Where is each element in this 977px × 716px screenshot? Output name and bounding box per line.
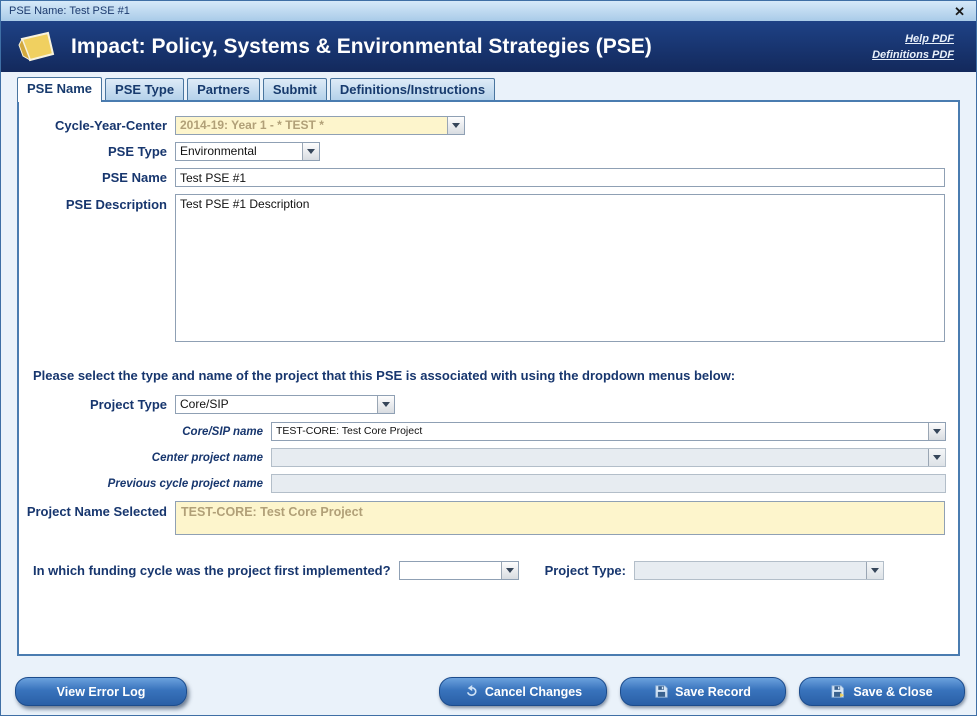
undo-icon <box>464 685 478 698</box>
funding-cycle-value <box>400 562 501 579</box>
dropdown-arrow-icon[interactable] <box>501 562 518 579</box>
save-close-label: Save & Close <box>853 685 932 699</box>
pse-description-label: PSE Description <box>19 194 167 213</box>
pse-window: PSE Name: Test PSE #1 ✕ Impact: Policy, … <box>0 0 977 716</box>
project-type-label: Project Type <box>19 397 167 413</box>
previous-cycle-project-name-label: Previous cycle project name <box>19 478 263 490</box>
window-titlebar: PSE Name: Test PSE #1 ✕ <box>1 1 976 21</box>
project-type-selected-value <box>635 562 866 579</box>
funding-cycle-select[interactable] <box>399 561 519 580</box>
core-sip-name-value: TEST-CORE: Test Core Project <box>272 423 928 440</box>
project-name-selected-row: Project Name Selected TEST-CORE: Test Co… <box>19 501 958 535</box>
core-sip-name-label: Core/SIP name <box>19 426 263 438</box>
center-project-name-select[interactable] <box>271 448 946 467</box>
cancel-changes-button[interactable]: Cancel Changes <box>439 677 607 706</box>
view-error-log-button[interactable]: View Error Log <box>15 677 187 706</box>
pse-description-row: PSE Description Test PSE #1 Description <box>19 194 958 342</box>
core-sip-name-select[interactable]: TEST-CORE: Test Core Project <box>271 422 946 441</box>
project-type-row: Project Type Core/SIP <box>19 395 958 414</box>
help-pdf-link[interactable]: Help PDF <box>905 33 954 45</box>
app-header: Impact: Policy, Systems & Environmental … <box>1 21 976 72</box>
pse-name-tab-panel: Cycle-Year-Center 2014-19: Year 1 - * TE… <box>17 100 960 656</box>
previous-cycle-project-name-field <box>271 474 946 493</box>
funding-cycle-question-label: In which funding cycle was the project f… <box>33 563 391 578</box>
pse-name-label: PSE Name <box>19 170 167 186</box>
save-record-button[interactable]: Save Record <box>620 677 786 706</box>
cycle-year-center-label: Cycle-Year-Center <box>19 118 167 134</box>
pse-type-select[interactable]: Environmental <box>175 142 320 161</box>
save-record-label: Save Record <box>675 685 751 699</box>
dropdown-arrow-icon[interactable] <box>377 396 394 413</box>
dropdown-arrow-icon[interactable] <box>302 143 319 160</box>
tab-pse-name[interactable]: PSE Name <box>17 77 102 102</box>
center-project-name-row: Center project name <box>19 448 958 467</box>
pse-type-label: PSE Type <box>19 144 167 160</box>
project-type-select[interactable]: Core/SIP <box>175 395 395 414</box>
cycle-year-center-row: Cycle-Year-Center 2014-19: Year 1 - * TE… <box>19 116 958 135</box>
footer-bar: View Error Log Cancel Changes Sav <box>15 677 965 706</box>
pse-name-input[interactable] <box>175 168 945 187</box>
center-project-name-value <box>272 449 928 466</box>
save-icon <box>655 685 668 698</box>
dropdown-arrow-icon[interactable] <box>447 117 464 134</box>
project-type-selected-select[interactable] <box>634 561 884 580</box>
dropdown-arrow-icon[interactable] <box>928 423 945 440</box>
previous-cycle-project-name-row: Previous cycle project name <box>19 474 958 493</box>
dropdown-arrow-icon[interactable] <box>866 562 883 579</box>
dropdown-arrow-icon[interactable] <box>928 449 945 466</box>
project-name-selected-label: Project Name Selected <box>19 501 167 520</box>
project-type-selected-label: Project Type: <box>545 563 626 578</box>
core-sip-name-row: Core/SIP name TEST-CORE: Test Core Proje… <box>19 422 958 441</box>
view-error-log-label: View Error Log <box>57 685 146 699</box>
funding-cycle-row: In which funding cycle was the project f… <box>19 561 958 580</box>
center-project-name-label: Center project name <box>19 452 263 464</box>
pse-description-input[interactable]: Test PSE #1 Description <box>175 194 945 342</box>
tab-pse-type[interactable]: PSE Type <box>105 78 184 100</box>
project-type-value: Core/SIP <box>176 396 377 413</box>
save-close-icon <box>831 685 846 698</box>
pse-type-row: PSE Type Environmental <box>19 142 958 161</box>
save-close-button[interactable]: Save & Close <box>799 677 965 706</box>
page-title: Impact: Policy, Systems & Environmental … <box>71 35 872 59</box>
pse-name-row: PSE Name <box>19 168 958 187</box>
definitions-pdf-link[interactable]: Definitions PDF <box>872 49 954 61</box>
cycle-year-center-value: 2014-19: Year 1 - * TEST * <box>176 117 447 134</box>
tab-partners[interactable]: Partners <box>187 78 260 100</box>
cycle-year-center-select[interactable]: 2014-19: Year 1 - * TEST * <box>175 116 465 135</box>
cancel-changes-label: Cancel Changes <box>485 685 582 699</box>
window-title: PSE Name: Test PSE #1 <box>9 5 951 17</box>
header-links: Help PDF Definitions PDF <box>872 33 954 61</box>
tab-definitions-instructions[interactable]: Definitions/Instructions <box>330 78 495 100</box>
tab-submit[interactable]: Submit <box>263 78 327 100</box>
close-icon[interactable]: ✕ <box>951 5 968 18</box>
pse-type-value: Environmental <box>176 143 302 160</box>
tab-strip: PSE Name PSE Type Partners Submit Defini… <box>1 72 976 100</box>
note-icon <box>15 30 57 64</box>
association-instruction: Please select the type and name of the p… <box>19 368 958 383</box>
project-name-selected-value: TEST-CORE: Test Core Project <box>175 501 945 535</box>
